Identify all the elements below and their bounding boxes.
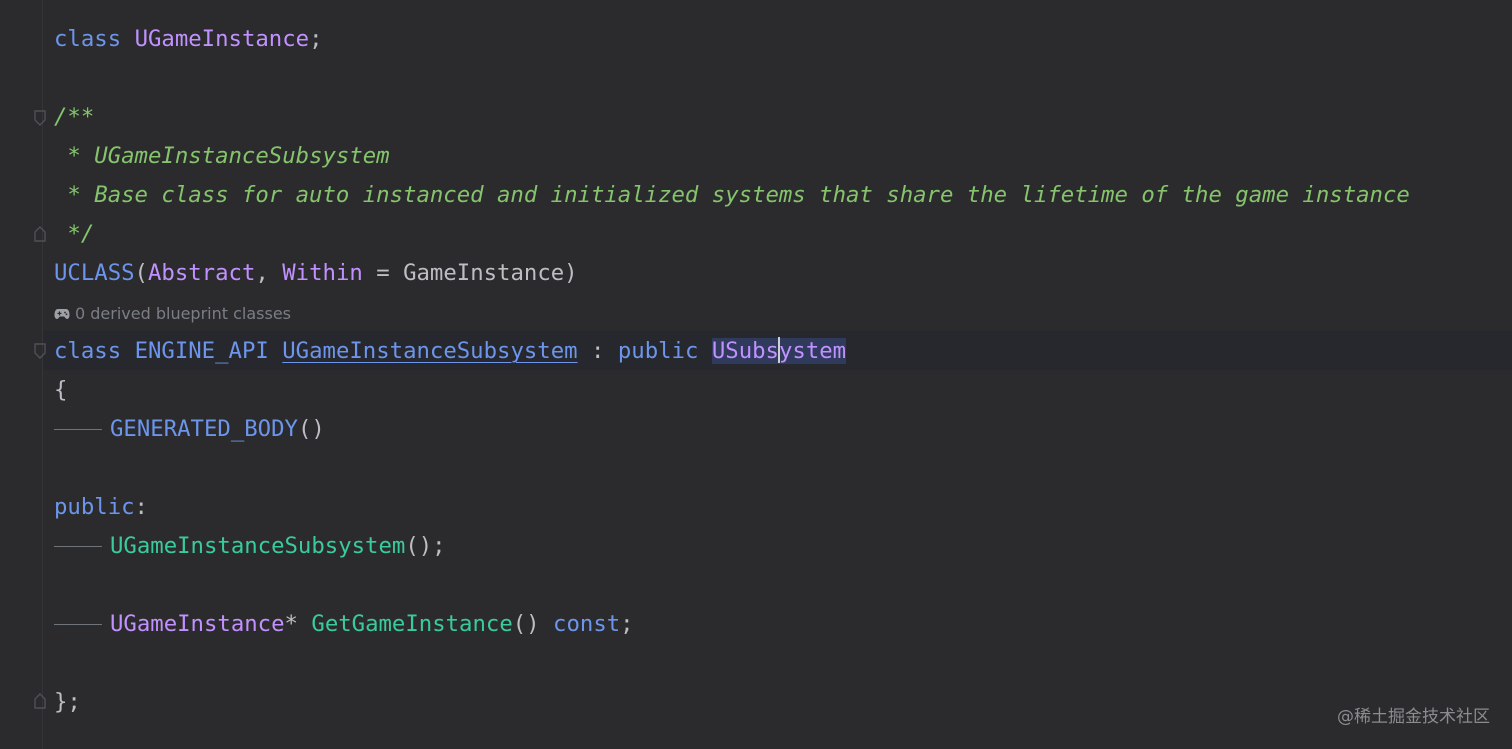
code-line-public[interactable]: public:: [54, 488, 148, 527]
code-line-brace-open[interactable]: {: [54, 371, 67, 410]
operator: =: [362, 260, 404, 286]
function-name: UGameInstanceSubsystem: [110, 533, 406, 559]
indent-guide: [54, 429, 102, 430]
keyword: class: [54, 338, 122, 364]
code-editor[interactable]: class UGameInstance; /** * UGameInstance…: [0, 0, 1512, 749]
base-class-part: ystem: [778, 338, 847, 364]
comment-line[interactable]: */: [54, 215, 94, 254]
code-line-class-decl[interactable]: class ENGINE_API UGameInstanceSubsystem …: [54, 332, 847, 371]
operator: *: [284, 611, 298, 637]
type-name: UGameInstance: [110, 611, 285, 637]
blueprint-hint[interactable]: 0 derived blueprint classes: [54, 299, 291, 329]
comment-line[interactable]: * Base class for auto instanced and init…: [54, 176, 1409, 215]
function-name: GetGameInstance: [311, 611, 513, 637]
punctuation: (): [297, 416, 325, 442]
keyword: public: [617, 338, 699, 364]
macro-name: UCLASS: [54, 260, 135, 286]
code-line-uclass[interactable]: UCLASS(Abstract, Within = GameInstance): [54, 254, 578, 293]
value: GameInstance: [403, 260, 565, 286]
specifier: Abstract: [147, 260, 256, 286]
comment-line[interactable]: * UGameInstanceSubsystem: [54, 137, 389, 176]
punctuation: (): [512, 611, 540, 637]
comment-line[interactable]: /**: [54, 98, 94, 137]
code-line-1[interactable]: class UGameInstance;: [54, 20, 323, 59]
code-line-get-game-instance[interactable]: UGameInstance* GetGameInstance() const;: [54, 605, 634, 644]
type-name: UGameInstance: [134, 26, 310, 52]
punctuation: ;: [620, 611, 634, 637]
watermark: @稀土掘金技术社区: [1337, 707, 1490, 727]
code-line-brace-close[interactable]: };: [54, 683, 81, 722]
macro-name: GENERATED_BODY: [110, 416, 298, 442]
base-class-part: USubs: [711, 338, 779, 364]
class-name-link[interactable]: UGameInstanceSubsystem: [282, 338, 577, 364]
specifier: Within: [282, 260, 363, 286]
code-area[interactable]: class UGameInstance; /** * UGameInstance…: [0, 0, 1512, 749]
code-line-generated-body[interactable]: GENERATED_BODY(): [54, 410, 325, 449]
punctuation: ;: [309, 26, 323, 52]
api-macro: ENGINE_API: [134, 338, 269, 364]
punctuation: :: [577, 338, 618, 364]
keyword: public: [54, 494, 135, 520]
gamepad-icon: [54, 300, 70, 319]
code-line-constructor[interactable]: UGameInstanceSubsystem();: [54, 527, 446, 566]
hint-text: 0 derived blueprint classes: [75, 304, 292, 323]
keyword: const: [553, 611, 621, 637]
punctuation: ,: [255, 260, 283, 286]
punctuation: ();: [405, 533, 446, 559]
keyword: class: [54, 26, 122, 52]
indent-guide: [54, 546, 102, 547]
indent-guide: [54, 624, 102, 625]
base-class-name[interactable]: USubsystem: [711, 337, 847, 364]
punctuation: (: [134, 260, 148, 286]
punctuation: :: [134, 494, 148, 520]
punctuation: ): [564, 260, 578, 286]
